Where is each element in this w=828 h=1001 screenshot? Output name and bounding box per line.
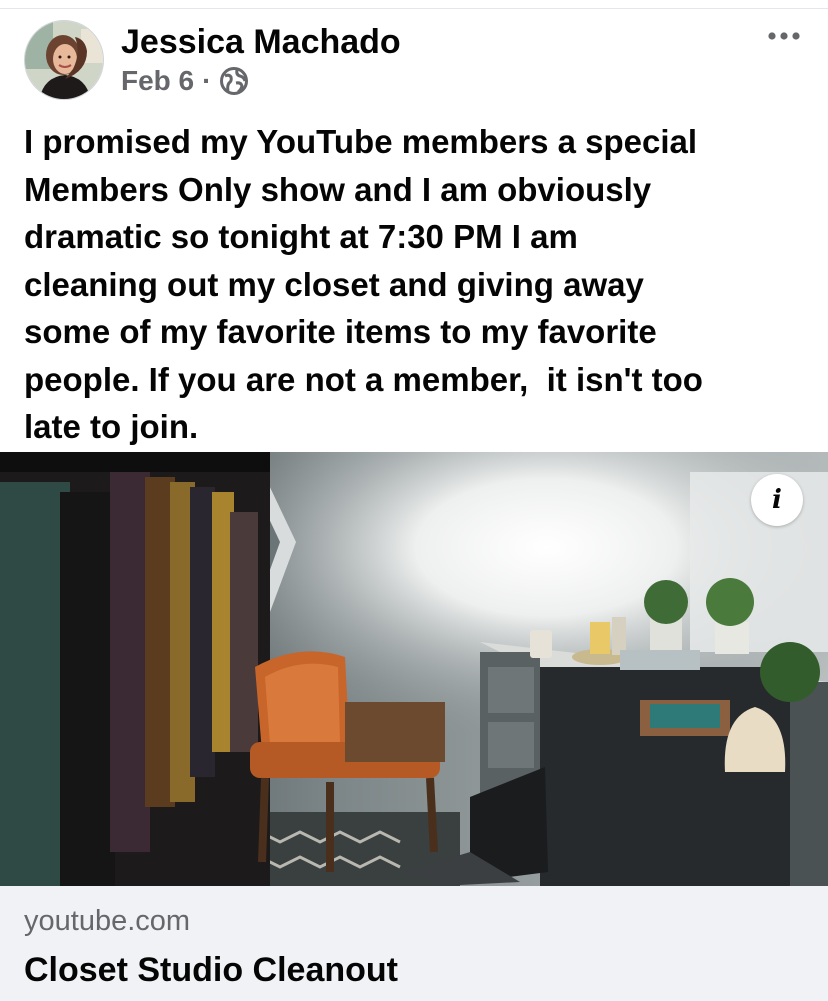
top-divider	[0, 8, 828, 9]
post-header: Jessica Machado Feb 6 ·	[24, 18, 804, 102]
info-icon: i	[772, 485, 782, 515]
link-preview-image[interactable]	[0, 452, 828, 886]
more-options-icon	[768, 32, 800, 40]
info-button[interactable]: i	[751, 474, 803, 526]
globe-icon	[219, 66, 249, 96]
post-date[interactable]: Feb 6	[121, 64, 194, 98]
post-body-text: I promised my YouTube members a special …	[24, 123, 703, 445]
link-preview-card[interactable]: youtube.com Closet Studio Cleanout	[0, 886, 828, 1001]
more-options-button[interactable]	[764, 22, 804, 50]
avatar[interactable]	[24, 20, 104, 100]
post-meta: Feb 6 ·	[121, 63, 249, 99]
author-name[interactable]: Jessica Machado	[121, 22, 401, 62]
meta-separator: ·	[202, 65, 212, 96]
link-domain: youtube.com	[24, 905, 191, 937]
link-title: Closet Studio Cleanout	[24, 951, 398, 989]
